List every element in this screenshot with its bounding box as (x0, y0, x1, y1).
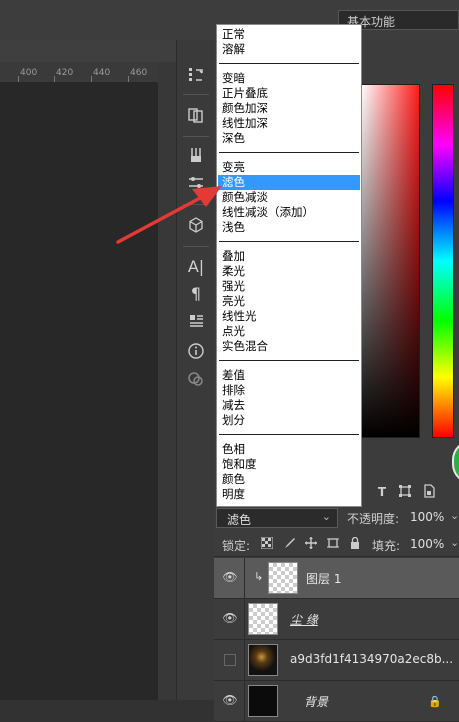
history-icon[interactable] (183, 62, 209, 88)
layer-divider (244, 681, 245, 721)
visibility-eye-icon[interactable]: 👁 (222, 570, 238, 584)
blend-mode-option[interactable]: 颜色 (218, 472, 360, 487)
document-tab[interactable] (0, 40, 180, 62)
layer-thumbnail[interactable] (248, 685, 278, 717)
fill-dropdown-icon[interactable]: ⌄ (450, 536, 459, 549)
layer-name[interactable]: 图层 1 (306, 570, 341, 587)
visibility-eye-icon[interactable]: 👁 (222, 693, 238, 707)
opacity-dropdown-icon[interactable]: ⌄ (450, 509, 459, 522)
ruler-tick-label: 400 (20, 68, 38, 78)
brush-icon[interactable] (183, 142, 209, 168)
paragraph-icon[interactable]: ¶ (183, 280, 209, 306)
blend-mode-select[interactable]: 滤色 ⌄ (216, 508, 338, 528)
layer-thumbnail[interactable] (248, 603, 278, 635)
lock-all-icon[interactable] (348, 536, 362, 551)
layer-row[interactable]: a9d3fd1f4134970a2ec8b... (214, 640, 459, 681)
properties-icon[interactable] (183, 308, 209, 334)
blend-mode-option[interactable]: 叠加 (218, 249, 360, 264)
menu-separator (219, 152, 359, 153)
blend-row: 滤色 ⌄ 不透明度: 100% ⌄ (214, 506, 459, 530)
layer-row[interactable]: 👁 尘 缘 (214, 599, 459, 640)
smart-object-filter-icon[interactable] (421, 484, 437, 500)
blend-mode-option[interactable]: 线性加深 (218, 116, 360, 131)
ruler-tick-label: 420 (56, 68, 74, 78)
blend-mode-value: 滤色 (227, 513, 252, 527)
menu-separator (219, 63, 359, 64)
clipping-mask-icon: ↳ (254, 570, 264, 583)
blend-mode-option[interactable]: 正片叠底 (218, 86, 360, 101)
character-icon[interactable]: A| (183, 253, 209, 279)
blend-mode-option[interactable]: 变暗 (218, 71, 360, 86)
blend-mode-option[interactable]: 颜色减淡 (218, 190, 360, 205)
blend-mode-option[interactable]: 色相 (218, 442, 360, 457)
layer-name[interactable]: 背景 (304, 693, 328, 710)
color-sampler-icon[interactable] (183, 366, 209, 392)
horizontal-ruler: 400 420 440 460 (0, 62, 158, 83)
visibility-eye-icon[interactable]: 👁 (222, 611, 238, 625)
lock-position-icon[interactable] (304, 537, 318, 551)
menu-separator (219, 360, 359, 361)
blend-mode-option[interactable]: 饱和度 (218, 457, 360, 472)
layer-divider (244, 599, 245, 639)
blend-mode-option[interactable]: 柔光 (218, 264, 360, 279)
layer-thumbnail[interactable] (248, 644, 278, 676)
lock-artboard-icon[interactable] (326, 537, 340, 551)
blend-mode-option[interactable]: 明度 (218, 487, 360, 502)
clone-source-icon[interactable] (183, 102, 209, 128)
layer-name[interactable]: a9d3fd1f4134970a2ec8b... (290, 652, 453, 666)
ruler-tick-label: 440 (93, 68, 111, 78)
annotation-arrow (116, 186, 222, 244)
blend-mode-option[interactable]: 浅色 (218, 220, 360, 235)
blend-mode-option[interactable]: 线性减淡（添加） (218, 205, 360, 220)
blend-mode-option[interactable]: 正常 (218, 27, 360, 42)
blend-mode-option[interactable]: 溶解 (218, 42, 360, 57)
menu-separator (219, 434, 359, 435)
fill-label: 填充: (372, 539, 401, 553)
transform-filter-icon[interactable] (397, 484, 413, 500)
blend-mode-option[interactable]: 线性光 (218, 309, 360, 324)
lock-label: 锁定: (222, 539, 251, 553)
lock-pixels-icon[interactable] (260, 536, 274, 551)
toolbar-divider (183, 136, 209, 137)
layer-name[interactable]: 尘 缘 (290, 611, 318, 628)
blend-mode-option[interactable]: 差值 (218, 368, 360, 383)
blend-mode-menu: 正常 溶解变暗 正片叠底 颜色加深 线性加深 深色变亮 滤色 颜色减淡 线性减淡（添加） 浅色叠加… (216, 24, 362, 507)
opacity-label: 不透明度: (347, 512, 400, 526)
blend-mode-option[interactable]: 排除 (218, 383, 360, 398)
chevron-down-icon: ⌄ (321, 510, 331, 523)
layer-row[interactable]: 👁 ↳ 图层 1 (214, 558, 459, 599)
fill-input[interactable]: 100% (410, 537, 444, 551)
layer-thumbnail[interactable] (268, 562, 298, 594)
blend-mode-option[interactable]: 变亮 (218, 160, 360, 175)
lock-row: 锁定: 填充: 100% ⌄ (214, 532, 459, 557)
layer-divider (244, 640, 245, 680)
info-icon[interactable] (183, 338, 209, 364)
ruler-tick-label: 460 (130, 68, 148, 78)
panel-icon-strip: A| ¶ (176, 40, 216, 700)
opacity-input[interactable]: 100% (410, 510, 444, 524)
layer-divider (244, 558, 245, 598)
blend-mode-option[interactable]: 亮光 (218, 294, 360, 309)
blend-mode-option[interactable]: 深色 (218, 131, 360, 146)
blend-mode-option[interactable]: 强光 (218, 279, 360, 294)
blend-mode-option[interactable]: 实色混合 (218, 339, 360, 354)
canvas-gutter (158, 62, 176, 700)
blend-mode-option[interactable]: 滤色 (218, 175, 360, 190)
visibility-off-icon[interactable] (224, 654, 236, 666)
color-picker-field[interactable] (360, 84, 420, 438)
menu-separator (219, 241, 359, 242)
toolbar-divider (183, 94, 209, 95)
layer-lock-icon: 🔒 (428, 695, 442, 708)
type-filter-icon[interactable]: T (374, 484, 390, 500)
blend-mode-option[interactable]: 减去 (218, 398, 360, 413)
blend-mode-option[interactable]: 点光 (218, 324, 360, 339)
blend-mode-option[interactable]: 划分 (218, 413, 360, 428)
blend-mode-option[interactable]: 颜色加深 (218, 101, 360, 116)
hue-slider[interactable] (432, 84, 454, 438)
layer-row[interactable]: 👁 背景 🔒 (214, 681, 459, 722)
lock-image-icon[interactable] (282, 537, 296, 551)
